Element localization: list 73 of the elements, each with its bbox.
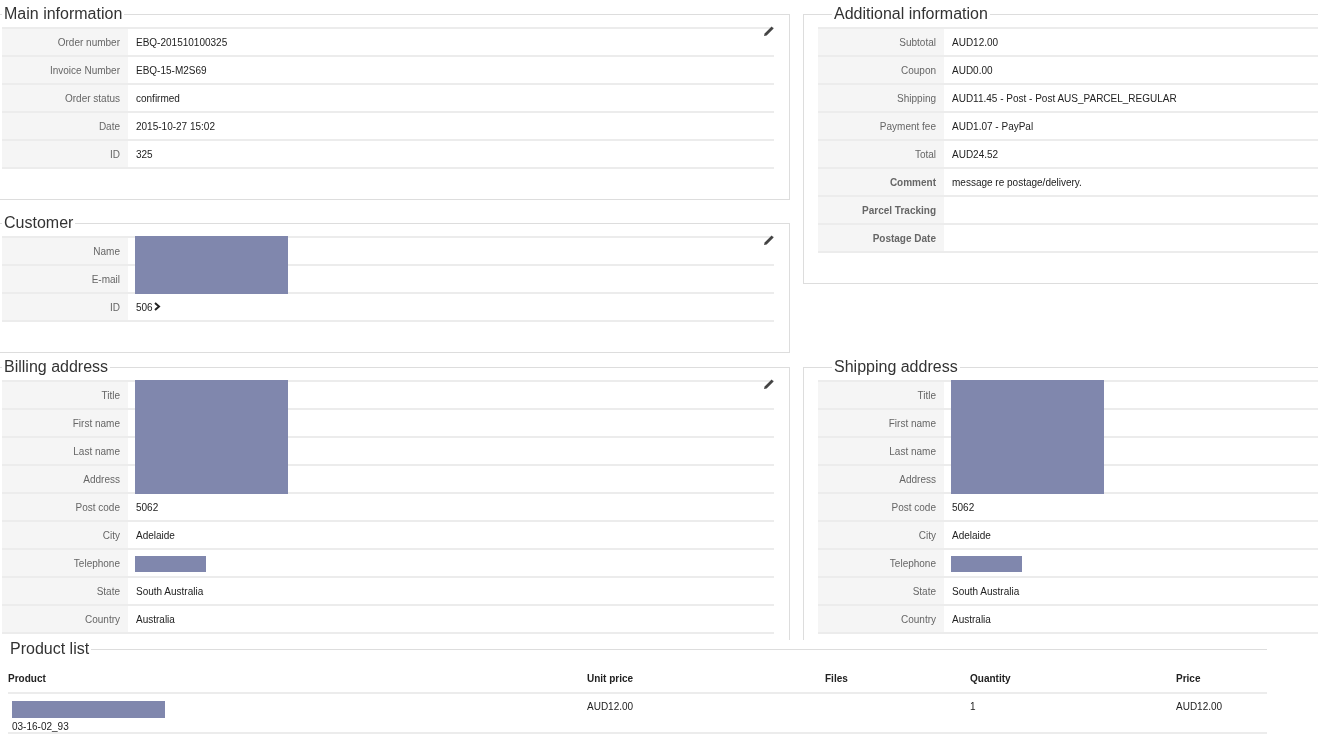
field-label: Date	[98, 120, 120, 132]
table-cell: AUD12.00	[1176, 701, 1223, 712]
field-label: Payment fee	[879, 120, 936, 132]
field-label: ID	[110, 301, 120, 313]
field-value: 5062	[952, 501, 975, 513]
section-title: Customer	[3, 214, 75, 232]
table-cell: AUD12.00	[587, 701, 634, 712]
field-value: AUD0.00	[952, 64, 993, 76]
field-label: Parcel Tracking	[862, 204, 936, 216]
section-title: Main information	[3, 5, 124, 23]
field-value: AUD12.00	[952, 36, 999, 48]
field-value: 2015-10-27 15:02	[136, 120, 215, 132]
field-label: Last name	[889, 445, 936, 457]
field-value: Australia	[952, 613, 991, 625]
field-label: Comment	[889, 176, 936, 188]
field-value: message re postage/delivery.	[952, 176, 1082, 188]
column-header: Price	[1176, 672, 1201, 684]
field-label: Post code	[75, 501, 120, 513]
field-value: Adelaide	[136, 529, 175, 541]
field-value: Adelaide	[952, 529, 991, 541]
column-header: Quantity	[970, 672, 1011, 684]
field-value: 325	[136, 148, 153, 160]
field-label: Address	[83, 473, 120, 485]
column-header: Unit price	[587, 672, 634, 684]
field-label: Telephone	[73, 557, 120, 569]
field-label: ID	[110, 148, 120, 160]
field-label: Name	[93, 245, 120, 257]
field-value: EBQ-15-M2S69	[136, 64, 207, 76]
edit-icon[interactable]	[763, 378, 775, 390]
field-label: Title	[101, 389, 120, 401]
edit-icon[interactable]	[763, 234, 775, 246]
field-label: E-mail	[91, 273, 120, 285]
field-label: Shipping	[897, 92, 936, 104]
field-value: South Australia	[952, 585, 1020, 597]
section-title: Shipping address	[833, 358, 959, 376]
field-value: AUD11.45 - Post - Post AUS_PARCEL_REGULAR	[952, 92, 1177, 104]
field-label: Order status	[64, 92, 120, 104]
field-label: Address	[899, 473, 936, 485]
chevron-icon[interactable]	[153, 301, 161, 311]
field-value: confirmed	[136, 92, 180, 104]
edit-icon[interactable]	[763, 25, 775, 37]
field-label: Title	[917, 389, 936, 401]
column-header: Files	[825, 672, 848, 684]
field-label: Last name	[73, 445, 120, 457]
table-cell-text: 03-16-02_93	[12, 721, 70, 732]
field-value: 5062	[136, 501, 159, 513]
field-value: Australia	[136, 613, 175, 625]
field-value: EBQ-201510100325	[136, 36, 228, 48]
field-label: Total	[914, 148, 936, 160]
section-title: Billing address	[3, 358, 110, 376]
section-title: Additional information	[833, 5, 989, 23]
table-cell: 1	[970, 701, 976, 712]
field-label: City	[102, 529, 120, 541]
field-value: AUD24.52	[952, 148, 999, 160]
field-label: First name	[72, 417, 120, 429]
field-label: State	[912, 585, 936, 597]
field-label: Coupon	[900, 64, 936, 76]
field-label: Order number	[57, 36, 120, 48]
field-value: South Australia	[136, 585, 204, 597]
field-value: AUD1.07 - PayPal	[952, 120, 1034, 132]
field-label: Subtotal	[899, 36, 936, 48]
column-header: Product	[8, 672, 46, 684]
field-label: Country	[901, 613, 936, 625]
field-label: First name	[888, 417, 936, 429]
field-label: City	[918, 529, 936, 541]
field-label: Country	[85, 613, 120, 625]
field-label: Post code	[891, 501, 936, 513]
field-value: 506	[136, 301, 153, 313]
section-title: Product list	[9, 640, 90, 658]
field-label: State	[96, 585, 120, 597]
field-label: Telephone	[889, 557, 936, 569]
field-label: Invoice Number	[49, 64, 120, 76]
field-label: Postage Date	[872, 232, 936, 244]
